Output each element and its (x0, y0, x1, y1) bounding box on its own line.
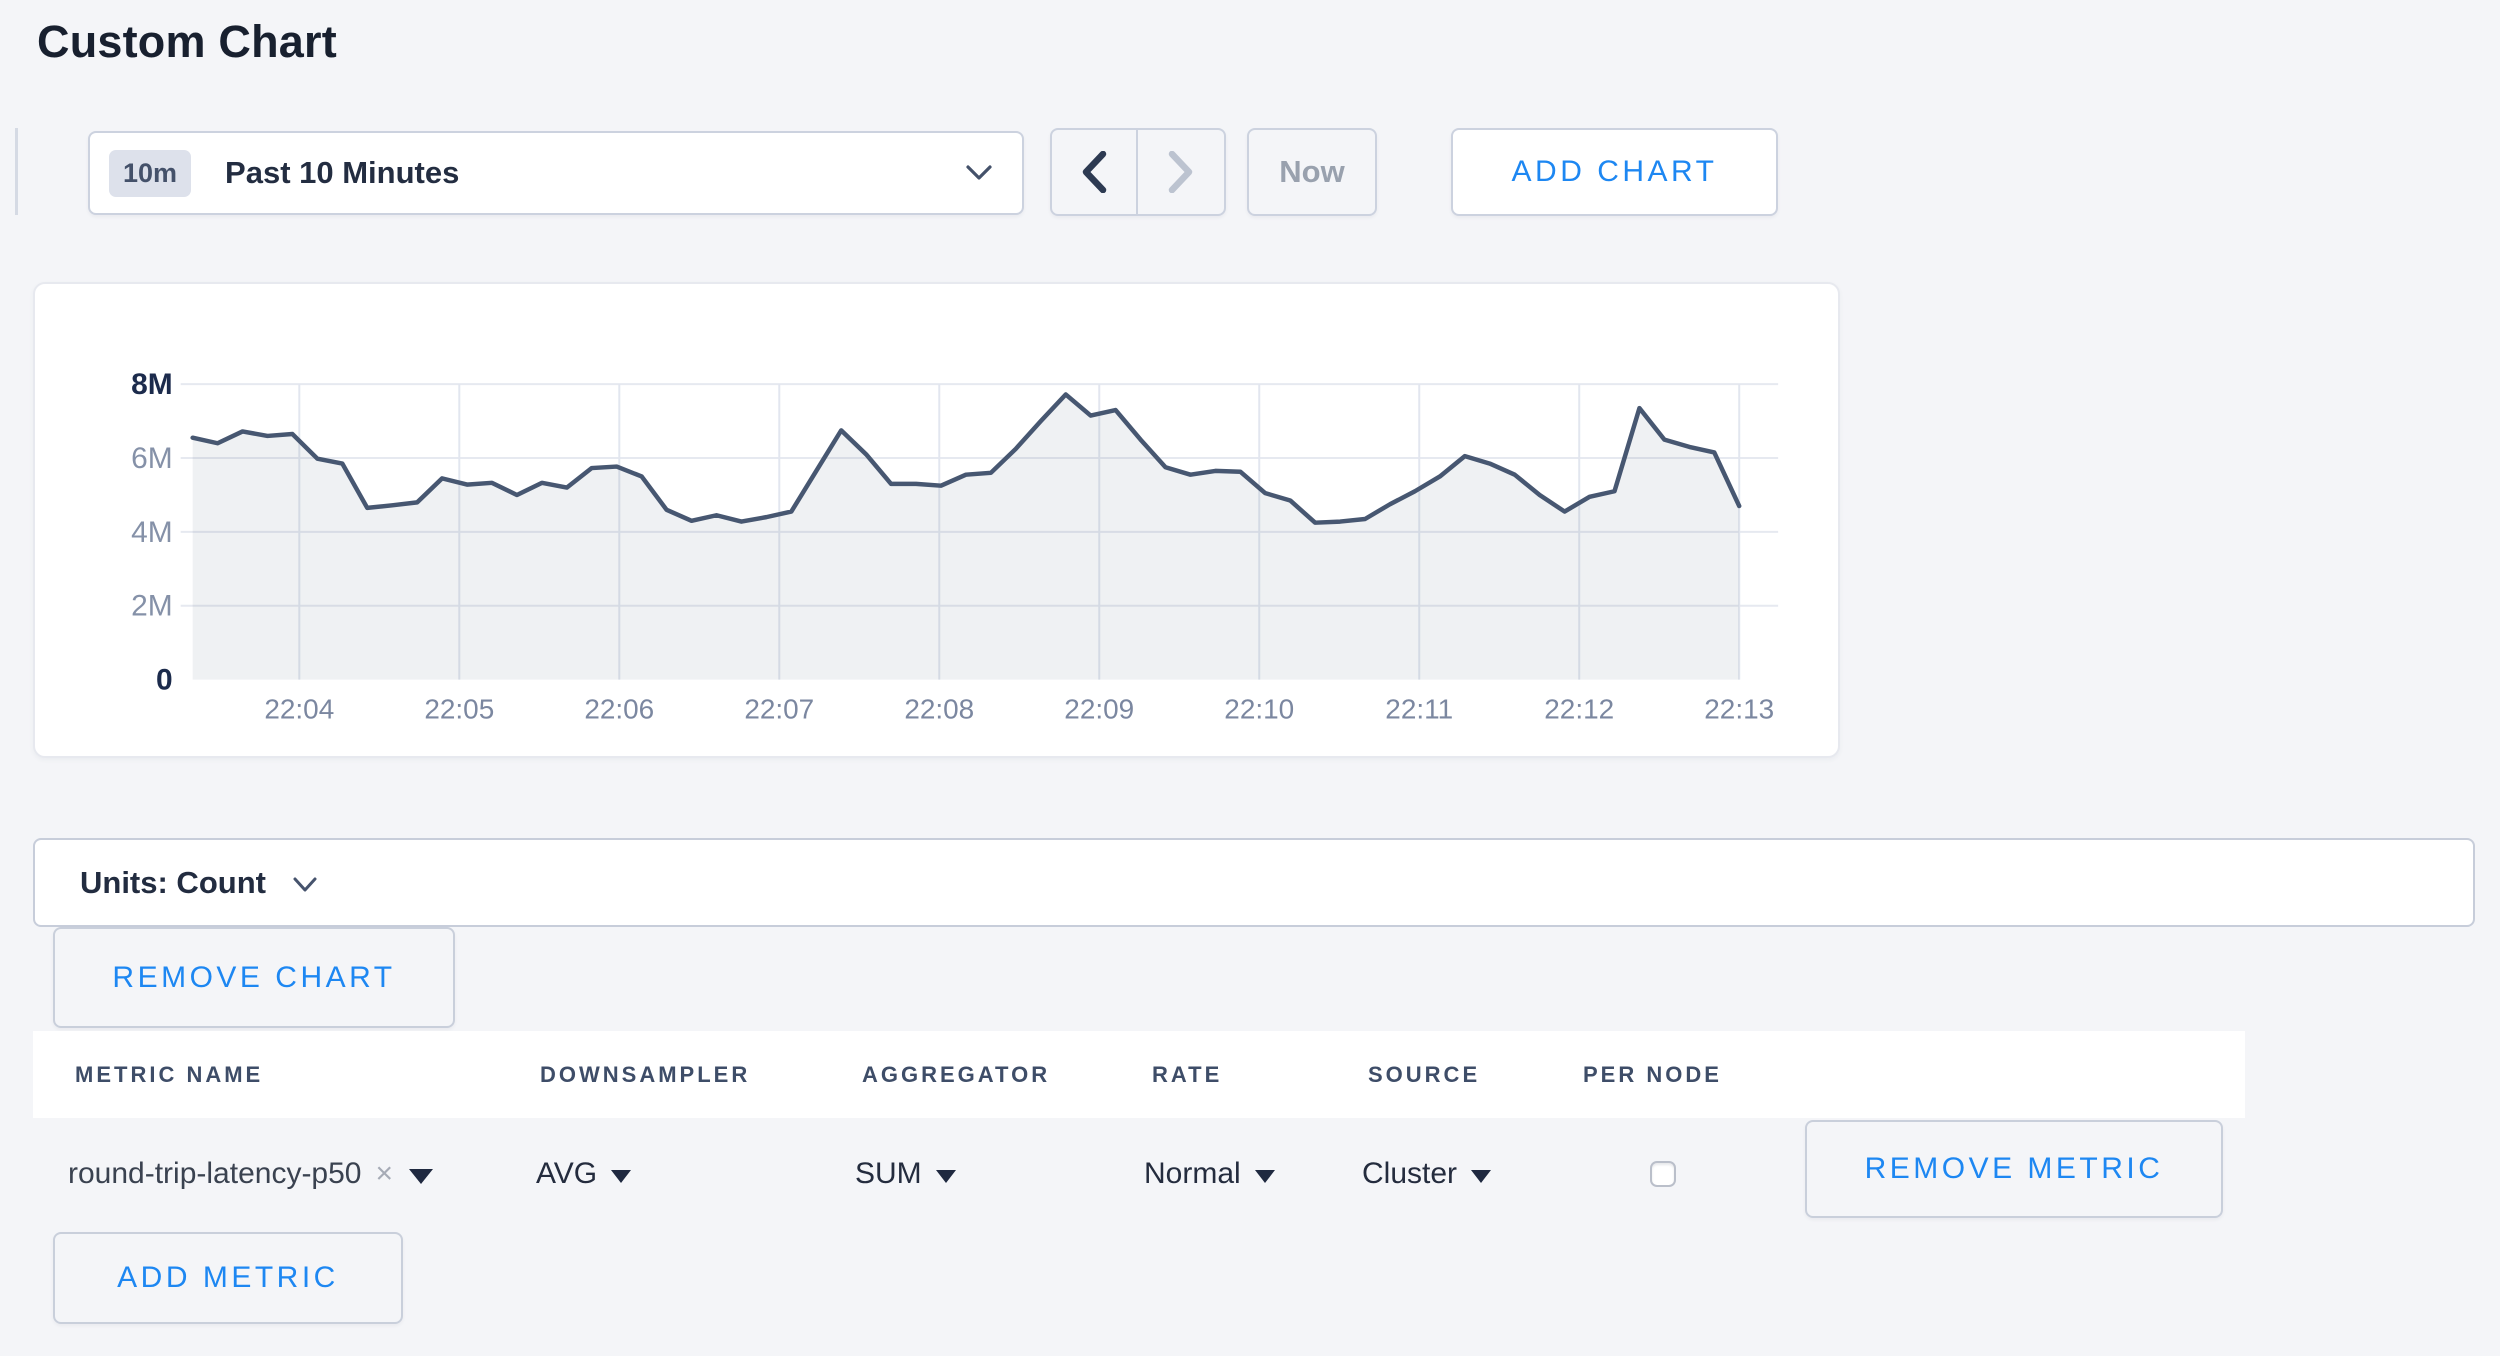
per-node-checkbox[interactable] (1650, 1161, 1676, 1187)
add-chart-button[interactable]: ADD CHART (1451, 128, 1778, 216)
svg-text:2M: 2M (131, 590, 173, 623)
add-chart-label: ADD CHART (1512, 155, 1718, 189)
svg-text:8M: 8M (131, 368, 173, 401)
metric-chart-card: 22:04 22:05 22:06 22:07 22:08 22:09 22:10 22:11… (33, 282, 1840, 758)
svg-text:6M: 6M (131, 442, 173, 475)
svg-text:22:06: 22:06 (584, 693, 654, 724)
svg-text:0: 0 (156, 664, 173, 697)
clear-metric-icon[interactable]: × (375, 1157, 393, 1191)
toolbar-left-divider (15, 128, 18, 215)
units-label: Units: Count (80, 865, 266, 901)
svg-text:22:07: 22:07 (744, 693, 814, 724)
next-time-button[interactable] (1138, 130, 1224, 214)
time-nav-group (1050, 128, 1226, 216)
svg-text:22:05: 22:05 (424, 693, 494, 724)
source-value: Cluster (1362, 1157, 1457, 1191)
caret-down-icon (409, 1169, 433, 1184)
chevron-left-icon (1081, 151, 1107, 193)
chevron-down-icon (964, 163, 994, 183)
source-dropdown[interactable]: Cluster (1362, 1152, 1491, 1196)
svg-text:22:08: 22:08 (904, 693, 974, 724)
page-title: Custom Chart (37, 16, 337, 68)
custom-chart-page: Custom Chart 10m Past 10 Minutes Now ADD… (0, 0, 2500, 1356)
col-header-source: SOURCE (1368, 1062, 1480, 1088)
remove-metric-button[interactable]: REMOVE METRIC (1805, 1120, 2223, 1218)
col-header-rate: RATE (1152, 1062, 1222, 1088)
svg-text:22:09: 22:09 (1064, 693, 1134, 724)
svg-text:22:11: 22:11 (1385, 693, 1453, 724)
svg-text:22:12: 22:12 (1544, 693, 1614, 724)
caret-down-icon (1255, 1170, 1275, 1183)
col-header-per-node: PER NODE (1583, 1062, 1722, 1088)
metrics-table-header (33, 1031, 2245, 1118)
time-window-badge: 10m (109, 150, 191, 197)
units-dropdown[interactable]: Units: Count (33, 838, 2475, 927)
add-metric-button[interactable]: ADD METRIC (53, 1232, 403, 1324)
chevron-right-icon (1168, 151, 1194, 193)
aggregator-dropdown[interactable]: SUM (855, 1152, 956, 1196)
time-window-label: Past 10 Minutes (225, 155, 459, 191)
col-header-downsampler: DOWNSAMPLER (540, 1062, 750, 1088)
chevron-down-icon (292, 876, 318, 894)
metric-name-dropdown[interactable]: round-trip-latency-p50 × (68, 1152, 433, 1196)
col-header-metric-name: METRIC NAME (75, 1062, 263, 1088)
metric-name-value: round-trip-latency-p50 (68, 1157, 361, 1191)
metric-chart-svg[interactable]: 22:04 22:05 22:06 22:07 22:08 22:09 22:10 22:11… (35, 284, 1838, 756)
svg-text:22:04: 22:04 (264, 693, 334, 724)
rate-dropdown[interactable]: Normal (1144, 1152, 1275, 1196)
svg-text:4M: 4M (131, 516, 173, 549)
caret-down-icon (1471, 1170, 1491, 1183)
svg-text:22:10: 22:10 (1224, 693, 1294, 724)
downsampler-value: AVG (536, 1157, 597, 1191)
add-metric-label: ADD METRIC (117, 1261, 339, 1295)
col-header-aggregator: AGGREGATOR (862, 1062, 1050, 1088)
remove-chart-label: REMOVE CHART (112, 961, 395, 995)
rate-value: Normal (1144, 1157, 1241, 1191)
now-button[interactable]: Now (1247, 128, 1377, 216)
caret-down-icon (611, 1170, 631, 1183)
downsampler-dropdown[interactable]: AVG (536, 1152, 631, 1196)
time-window-dropdown[interactable]: 10m Past 10 Minutes (88, 131, 1024, 215)
svg-text:22:13: 22:13 (1704, 693, 1774, 724)
caret-down-icon (936, 1170, 956, 1183)
prev-time-button[interactable] (1052, 130, 1138, 214)
remove-chart-button[interactable]: REMOVE CHART (53, 927, 455, 1028)
remove-metric-label: REMOVE METRIC (1865, 1152, 2164, 1186)
aggregator-value: SUM (855, 1157, 922, 1191)
